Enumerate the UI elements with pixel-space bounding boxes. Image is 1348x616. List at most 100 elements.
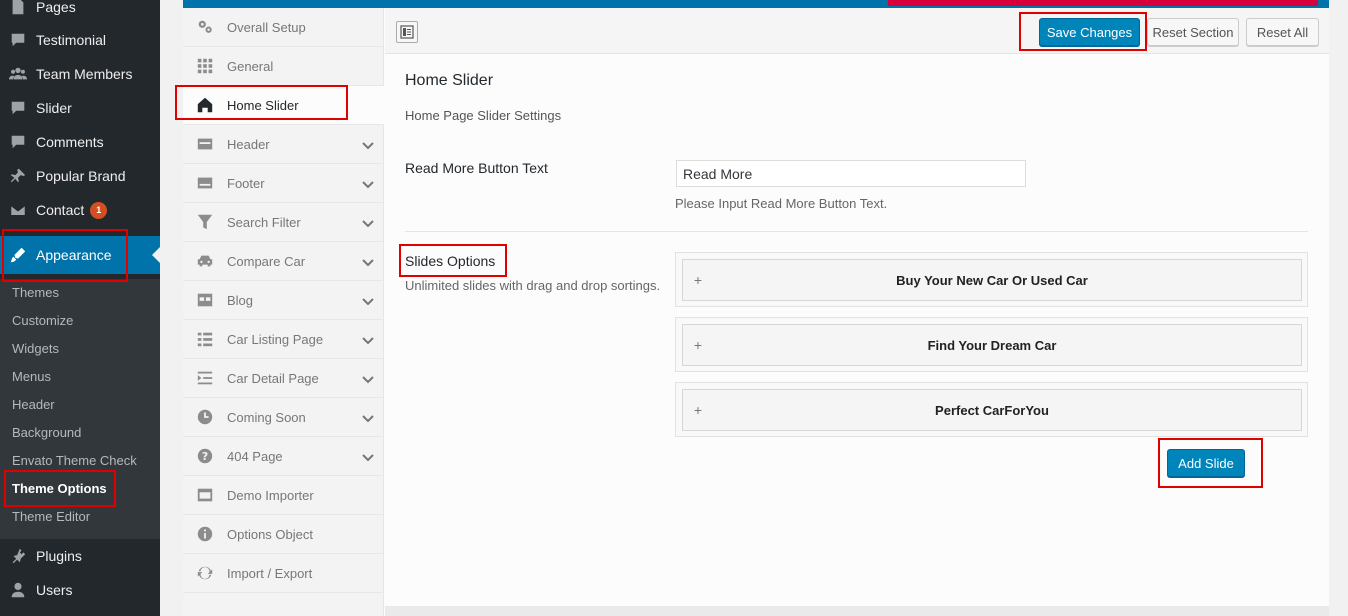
- appearance-submenu: Themes Customize Widgets Menus Header Ba…: [0, 279, 160, 539]
- paintbrush-icon: [0, 246, 36, 264]
- grid-icon: [183, 57, 227, 75]
- read-more-help: Please Input Read More Button Text.: [675, 196, 888, 211]
- chevron-down-icon[interactable]: [362, 256, 374, 267]
- chevron-down-icon[interactable]: [362, 334, 374, 345]
- nav-404-page[interactable]: ? 404 Page: [183, 437, 384, 476]
- nav-footer[interactable]: Footer: [183, 164, 384, 203]
- options-nav: Overall Setup General Home Slider Header…: [183, 8, 384, 616]
- menu-item-comments[interactable]: Comments: [0, 125, 160, 159]
- submenu-customize[interactable]: Customize: [12, 307, 73, 335]
- chevron-down-icon[interactable]: [362, 217, 374, 228]
- chevron-down-icon[interactable]: [362, 373, 374, 384]
- nav-options-object[interactable]: Options Object: [183, 515, 384, 554]
- content-footer: [385, 606, 1329, 616]
- list-icon: [183, 330, 227, 348]
- nav-import-export[interactable]: Import / Export: [183, 554, 384, 593]
- slide-title: Perfect CarForYou: [935, 402, 1049, 418]
- home-icon: [183, 96, 227, 114]
- chevron-down-icon[interactable]: [362, 295, 374, 306]
- nav-label: Header: [227, 136, 270, 152]
- menu-label: Testimonial: [36, 32, 107, 48]
- chevron-down-icon[interactable]: [362, 412, 374, 423]
- submenu-theme-options[interactable]: Theme Options: [12, 475, 107, 503]
- submenu-themes[interactable]: Themes: [12, 279, 59, 307]
- save-changes-button[interactable]: Save Changes: [1039, 18, 1140, 46]
- menu-item-team-members[interactable]: Team Members: [0, 57, 160, 91]
- filter-icon: [183, 213, 227, 231]
- add-slide-button[interactable]: Add Slide: [1167, 449, 1245, 477]
- menu-label: Popular Brand: [36, 168, 126, 184]
- nav-car-detail-page[interactable]: Car Detail Page: [183, 359, 384, 398]
- menu-item-contact[interactable]: Contact 1: [0, 193, 160, 227]
- menu-item-slider[interactable]: Slider: [0, 91, 160, 125]
- gears-icon: [183, 18, 227, 36]
- nav-home-slider[interactable]: Home Slider: [183, 86, 384, 125]
- nav-label: Home Slider: [227, 97, 299, 113]
- nav-overall-setup[interactable]: Overall Setup: [183, 8, 384, 47]
- info-icon: [183, 525, 227, 543]
- options-content: Save Changes Reset Section Reset All Hom…: [385, 8, 1329, 606]
- menu-item-testimonial[interactable]: Testimonial: [0, 23, 160, 57]
- menu-item-plugins[interactable]: Plugins: [0, 539, 160, 573]
- nav-car-listing-page[interactable]: Car Listing Page: [183, 320, 384, 359]
- nav-demo-importer[interactable]: Demo Importer: [183, 476, 384, 515]
- menu-label: Comments: [36, 134, 104, 150]
- nav-general[interactable]: General: [183, 47, 384, 86]
- submenu-header[interactable]: Header: [12, 391, 55, 419]
- slide-title: Buy Your New Car Or Used Car: [896, 272, 1088, 288]
- comments-icon: [0, 133, 36, 151]
- submenu-envato-theme-check[interactable]: Envato Theme Check: [12, 447, 137, 475]
- footer-icon: [183, 174, 227, 192]
- nav-blog[interactable]: Blog: [183, 281, 384, 320]
- submenu-background[interactable]: Background: [12, 419, 81, 447]
- nav-label: Demo Importer: [227, 487, 314, 503]
- reset-all-button[interactable]: Reset All: [1246, 18, 1319, 46]
- nav-header[interactable]: Header: [183, 125, 384, 164]
- submenu-theme-editor[interactable]: Theme Editor: [12, 503, 90, 531]
- notification-badge: 1: [90, 201, 108, 219]
- question-icon: ?: [183, 447, 227, 465]
- plugin-icon: [0, 547, 36, 565]
- menu-item-pages[interactable]: Pages: [0, 0, 160, 24]
- chevron-down-icon[interactable]: [362, 451, 374, 462]
- car-icon: [183, 252, 227, 270]
- nav-coming-soon[interactable]: Coming Soon: [183, 398, 384, 437]
- plus-icon: +: [693, 272, 703, 288]
- nav-compare-car[interactable]: Compare Car: [183, 242, 384, 281]
- nav-label: Blog: [227, 292, 254, 308]
- user-icon: [0, 581, 36, 599]
- svg-text:?: ?: [202, 450, 208, 463]
- detail-icon: [183, 369, 227, 387]
- slide-header[interactable]: + Buy Your New Car Or Used Car: [682, 259, 1302, 301]
- chevron-down-icon[interactable]: [362, 178, 374, 189]
- slide-header[interactable]: + Perfect CarForYou: [682, 389, 1302, 431]
- reset-section-button[interactable]: Reset Section: [1147, 18, 1239, 46]
- menu-label: Appearance: [36, 247, 112, 263]
- admin-sidebar: Pages Testimonial Team Members Slider Co…: [0, 0, 160, 616]
- submenu-menus[interactable]: Menus: [12, 363, 51, 391]
- chevron-down-icon[interactable]: [362, 139, 374, 150]
- slide-header[interactable]: + Find Your Dream Car: [682, 324, 1302, 366]
- pin-icon: [0, 167, 36, 185]
- slide-accordion: + Find Your Dream Car: [675, 317, 1308, 372]
- nav-search-filter[interactable]: Search Filter: [183, 203, 384, 242]
- menu-item-appearance[interactable]: Appearance: [0, 236, 160, 274]
- clock-icon: [183, 408, 227, 426]
- page-background: [1329, 0, 1348, 616]
- nav-label: Car Listing Page: [227, 331, 324, 347]
- menu-item-users[interactable]: Users: [0, 573, 160, 607]
- refresh-icon: [183, 564, 227, 582]
- submenu-widgets[interactable]: Widgets: [12, 335, 59, 363]
- expand-options-button[interactable]: [396, 21, 418, 43]
- comment-icon: [0, 31, 36, 49]
- envelope-icon: [0, 201, 36, 219]
- slide-title: Find Your Dream Car: [927, 337, 1057, 353]
- importer-icon: [183, 486, 227, 504]
- read-more-title: Read More Button Text: [405, 160, 548, 176]
- nav-label: 404 Page: [227, 448, 283, 464]
- slides-options-subtitle: Unlimited slides with drag and drop sort…: [405, 278, 661, 293]
- read-more-input[interactable]: [676, 160, 1026, 187]
- menu-item-popular-brand[interactable]: Popular Brand: [0, 159, 160, 193]
- menu-label: Plugins: [36, 548, 82, 564]
- nav-label: General: [227, 58, 274, 74]
